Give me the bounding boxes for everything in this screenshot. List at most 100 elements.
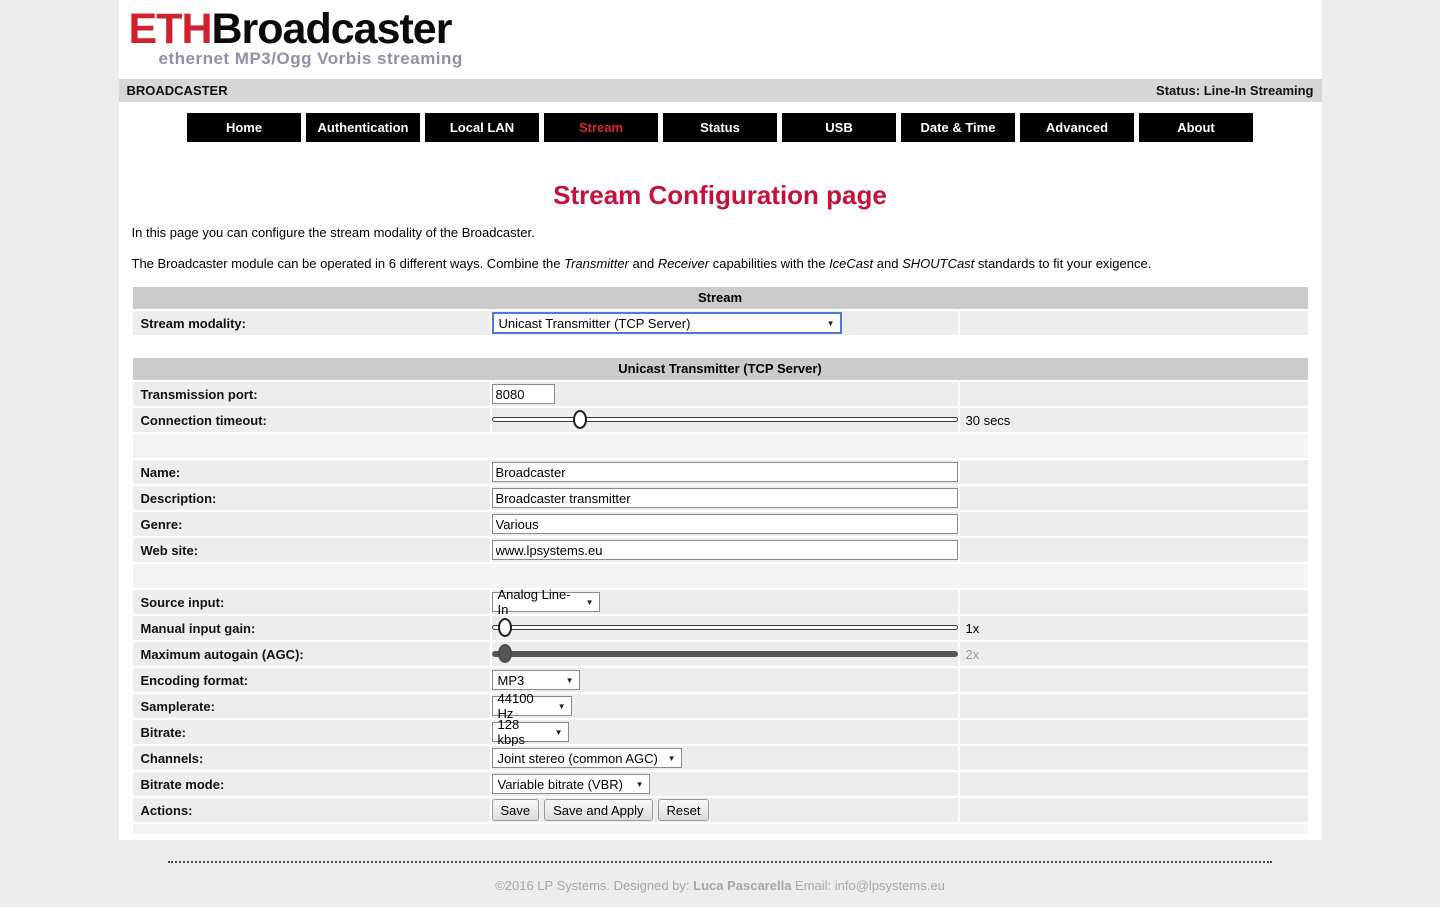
nav-tabs: Home Authentication Local LAN Stream Sta… — [119, 102, 1322, 156]
bitrate-mode-label: Bitrate mode: — [133, 772, 490, 796]
slider-thumb — [498, 644, 512, 663]
intro2-text: capabilities with the — [709, 256, 829, 271]
name-input[interactable] — [492, 462, 958, 482]
stream-modality-row: Stream modality: Unicast Transmitter (TC… — [133, 311, 1308, 335]
table-gap — [119, 337, 1322, 358]
intro2-transmitter: Transmitter — [564, 256, 629, 271]
actions-row: Actions: Save Save and Apply Reset — [133, 798, 1308, 822]
nav-tab-about[interactable]: About — [1139, 113, 1253, 142]
intro2-text: and — [873, 256, 902, 271]
bitrate-mode-select[interactable]: Variable bitrate (VBR) ▼ — [492, 774, 650, 794]
unicast-section-header: Unicast Transmitter (TCP Server) — [133, 358, 1308, 380]
empty-cell — [960, 668, 1308, 692]
encoding-format-label: Encoding format: — [133, 668, 490, 692]
manual-gain-label: Manual input gain: — [133, 616, 490, 640]
nav-tab-status[interactable]: Status — [663, 113, 777, 142]
reset-button[interactable]: Reset — [658, 799, 710, 821]
stream-modality-cell: Unicast Transmitter (TCP Server) ▼ — [492, 311, 958, 335]
footer-copyright-text: ©2016 LP Systems. Designed by: — [495, 878, 693, 893]
unicast-transmitter-table: Unicast Transmitter (TCP Server) Transmi… — [133, 358, 1308, 834]
nav-tab-stream[interactable]: Stream — [544, 113, 658, 142]
actions-label: Actions: — [133, 798, 490, 822]
bitrate-label: Bitrate: — [133, 720, 490, 744]
transmission-port-row: Transmission port: — [133, 382, 1308, 406]
save-button[interactable]: Save — [492, 799, 540, 821]
page: ETHBroadcaster ethernet MP3/Ogg Vorbis s… — [119, 0, 1322, 893]
chevron-down-icon: ▼ — [827, 319, 835, 328]
stream-modality-selected-value: Unicast Transmitter (TCP Server) — [499, 316, 691, 331]
empty-cell — [960, 590, 1308, 614]
chevron-down-icon: ▼ — [566, 676, 574, 685]
intro2-receiver: Receiver — [658, 256, 709, 271]
genre-input[interactable] — [492, 514, 958, 534]
max-autogain-value: 2x — [960, 647, 980, 662]
samplerate-row: Samplerate: 44100 Hz ▼ — [133, 694, 1308, 718]
empty-cell — [960, 486, 1308, 510]
channels-row: Channels: Joint stereo (common AGC) ▼ — [133, 746, 1308, 770]
stream-settings-table: Stream Stream modality: Unicast Transmit… — [133, 287, 1308, 335]
encoding-format-row: Encoding format: MP3 ▼ — [133, 668, 1308, 692]
header: ETHBroadcaster ethernet MP3/Ogg Vorbis s… — [119, 0, 1322, 79]
slider-track[interactable] — [492, 625, 958, 630]
chevron-down-icon: ▼ — [586, 598, 594, 607]
save-and-apply-button[interactable]: Save and Apply — [544, 799, 652, 821]
footer-email-link[interactable]: info@lpsystems.eu — [835, 878, 945, 893]
samplerate-select[interactable]: 44100 Hz ▼ — [492, 696, 572, 716]
connection-timeout-cell — [492, 408, 958, 432]
nav-tab-date-time[interactable]: Date & Time — [901, 113, 1015, 142]
intro-paragraph-2: The Broadcaster module can be operated i… — [132, 256, 1309, 271]
intro2-icecast: IceCast — [829, 256, 873, 271]
manual-gain-slider[interactable] — [492, 617, 958, 639]
footer-designer-name: Luca Pascarella — [693, 878, 791, 893]
slider-track[interactable] — [492, 417, 958, 422]
samplerate-label: Samplerate: — [133, 694, 490, 718]
nav-tab-authentication[interactable]: Authentication — [306, 113, 420, 142]
nav-tab-advanced[interactable]: Advanced — [1020, 113, 1134, 142]
spacer-row — [133, 434, 1308, 458]
footer-email-label: Email: — [791, 878, 834, 893]
chevron-down-icon: ▼ — [636, 780, 644, 789]
max-autogain-row: Maximum autogain (AGC): 2x — [133, 642, 1308, 666]
nav-tab-usb[interactable]: USB — [782, 113, 896, 142]
connection-timeout-value: 30 secs — [960, 413, 1011, 428]
chevron-down-icon: ▼ — [668, 754, 676, 763]
description-input[interactable] — [492, 488, 958, 508]
bitrate-mode-row: Bitrate mode: Variable bitrate (VBR) ▼ — [133, 772, 1308, 796]
website-input[interactable] — [492, 540, 958, 560]
chevron-down-icon: ▼ — [555, 728, 563, 737]
name-row: Name: — [133, 460, 1308, 484]
manual-gain-value: 1x — [960, 621, 980, 636]
logo-tagline: ethernet MP3/Ogg Vorbis streaming — [159, 49, 1322, 69]
connection-timeout-slider[interactable] — [492, 409, 958, 431]
slider-track — [492, 651, 958, 657]
channels-select[interactable]: Joint stereo (common AGC) ▼ — [492, 748, 682, 768]
max-autogain-label: Maximum autogain (AGC): — [133, 642, 490, 666]
footer: ©2016 LP Systems. Designed by: Luca Pasc… — [119, 840, 1322, 893]
status-bar: BROADCASTER Status: Line-In Streaming — [119, 79, 1322, 102]
connection-timeout-row: Connection timeout: 30 secs — [133, 408, 1308, 432]
encoding-format-selected-value: MP3 — [498, 673, 525, 688]
spacer-row — [133, 824, 1308, 834]
empty-cell — [960, 311, 1308, 335]
encoding-format-select[interactable]: MP3 ▼ — [492, 670, 580, 690]
empty-cell — [960, 382, 1308, 406]
source-input-selected-value: Analog Line-In — [498, 587, 578, 617]
nav-tab-local-lan[interactable]: Local LAN — [425, 113, 539, 142]
intro2-text: standards to fit your exigence. — [974, 256, 1151, 271]
stream-modality-select[interactable]: Unicast Transmitter (TCP Server) ▼ — [492, 312, 842, 334]
genre-label: Genre: — [133, 512, 490, 536]
logo-brand-red: ETH — [129, 5, 212, 53]
source-input-select[interactable]: Analog Line-In ▼ — [492, 592, 600, 612]
empty-cell — [960, 460, 1308, 484]
intro2-shoutcast: SHOUTCast — [902, 256, 974, 271]
empty-cell — [960, 694, 1308, 718]
empty-cell — [960, 798, 1308, 822]
statusbar-device-name: BROADCASTER — [127, 83, 228, 98]
transmission-port-input[interactable] — [492, 384, 555, 404]
slider-thumb[interactable] — [573, 410, 587, 429]
bitrate-select[interactable]: 128 kbps ▼ — [492, 722, 569, 742]
channels-selected-value: Joint stereo (common AGC) — [498, 751, 658, 766]
nav-tab-home[interactable]: Home — [187, 113, 301, 142]
intro2-text: and — [629, 256, 658, 271]
slider-thumb[interactable] — [498, 618, 512, 637]
